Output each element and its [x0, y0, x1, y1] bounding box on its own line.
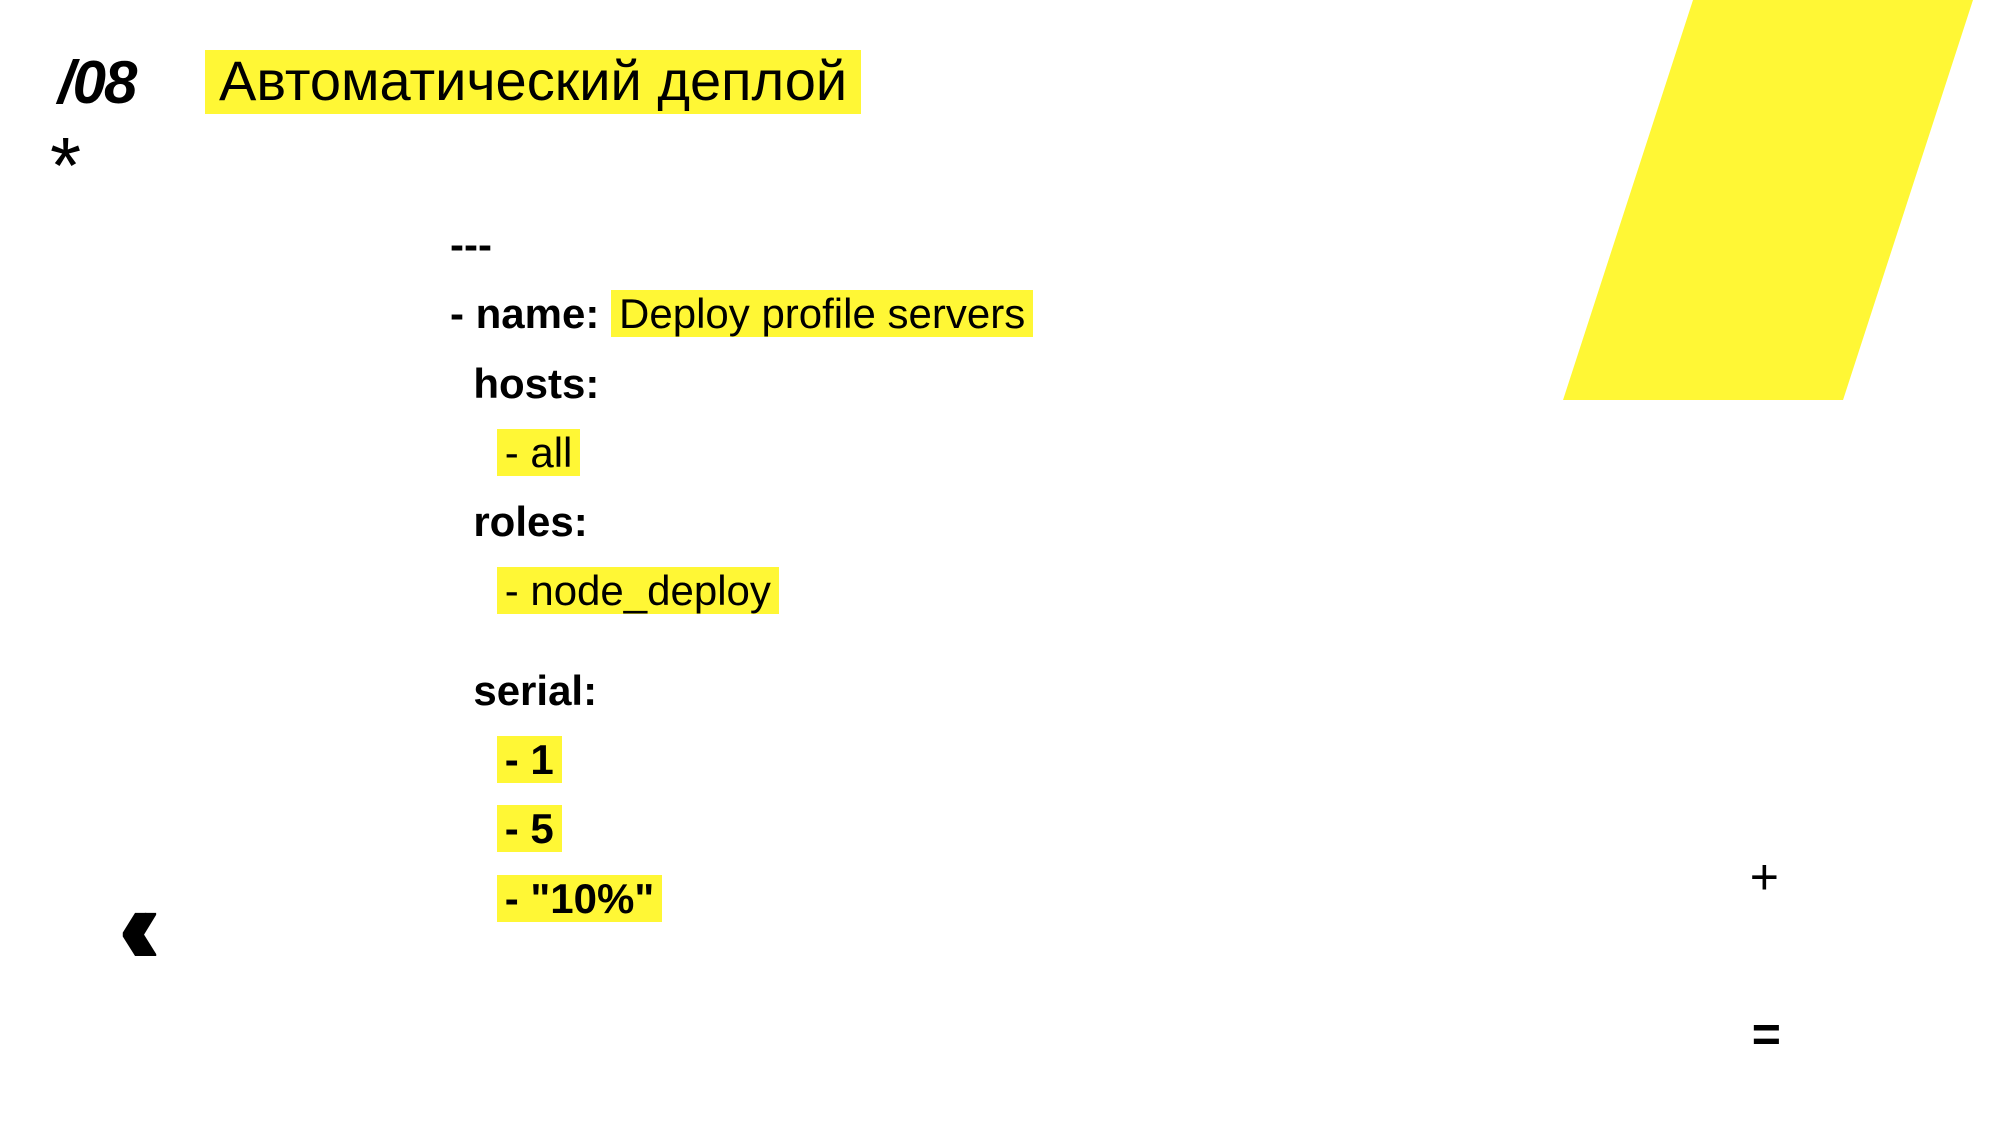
code-line-hosts-item: - all: [450, 418, 1033, 487]
equals-decoration: =: [1752, 1005, 1781, 1063]
code-line-serial-1: - 1: [450, 725, 1033, 794]
serial-block: serial: - 1 - 5 - "10%": [450, 656, 1033, 933]
serial-item1-highlighted: - 1: [497, 736, 562, 783]
plus-decoration: +: [1750, 848, 1779, 906]
code-line-roles: roles:: [450, 487, 1033, 556]
serial-item2-highlighted: - 5: [497, 805, 562, 852]
chevrons-decoration: ‹‹: [118, 861, 138, 989]
code-line-hosts: hosts:: [450, 349, 1033, 418]
slide-number: /08: [58, 48, 135, 117]
name-value-highlighted: Deploy profile servers: [611, 290, 1033, 337]
roles-item-highlighted: - node_deploy: [497, 567, 779, 614]
code-line-serial-10pct: - "10%": [450, 864, 1033, 933]
decorative-yellow-shape: [1563, 0, 1999, 400]
hosts-item-highlighted: - all: [497, 429, 581, 476]
code-line-name: - name: Deploy profile servers: [450, 279, 1033, 348]
code-line-separator: ---: [450, 210, 1033, 279]
name-key: - name:: [450, 290, 611, 337]
code-line-serial-5: - 5: [450, 794, 1033, 863]
slide-title: Автоматический деплой: [205, 50, 861, 114]
serial-item3-highlighted: - "10%": [497, 875, 663, 922]
yaml-code-block: --- - name: Deploy profile servers hosts…: [450, 210, 1033, 933]
asterisk-decoration: *: [50, 120, 81, 212]
code-line-serial: serial:: [450, 656, 1033, 725]
code-line-roles-item: - node_deploy: [450, 556, 1033, 625]
